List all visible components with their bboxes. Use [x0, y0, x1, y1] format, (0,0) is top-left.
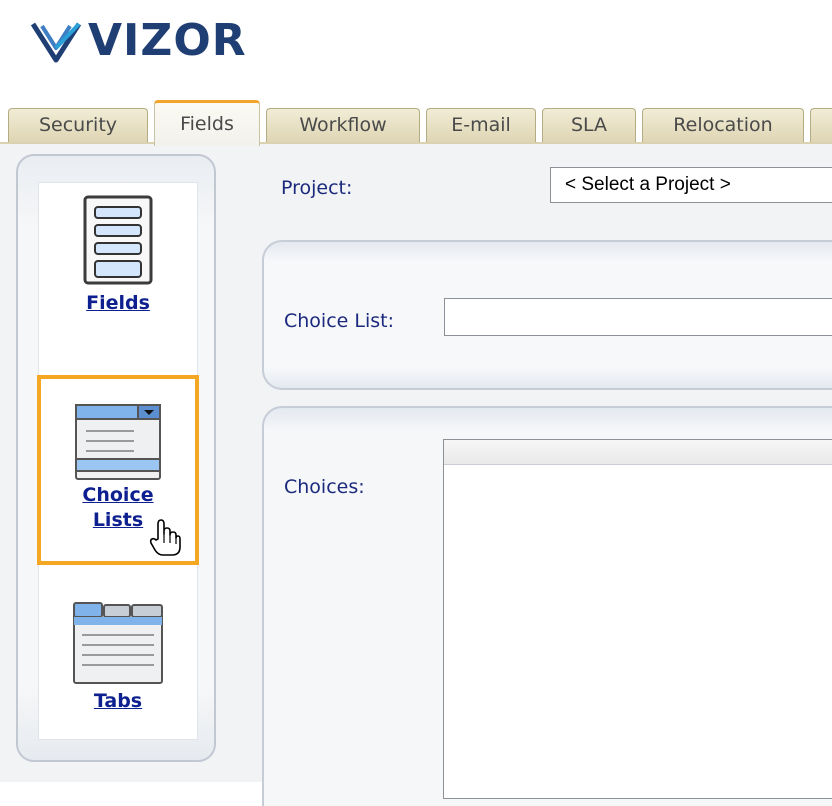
tab-email[interactable]: E-mail — [426, 108, 536, 144]
form-fields-icon — [83, 195, 153, 285]
vizor-logo-icon — [30, 22, 82, 63]
choices-label: Choices: — [284, 476, 365, 498]
nav-item-tabs[interactable]: Tabs — [39, 593, 197, 733]
tab-workflow[interactable]: Workflow — [266, 108, 420, 144]
tab-bar: Security Fields Workflow E-mail SLA Relo… — [0, 100, 832, 146]
tabs-icon — [73, 602, 163, 684]
nav-item-choice-lists-label-line1: Choice — [82, 484, 154, 506]
tab-relocation[interactable]: Relocation — [642, 108, 804, 144]
left-nav-panel: Fields Choice Lists Tabs — [16, 154, 216, 762]
left-nav-list: Fields Choice Lists Tabs — [37, 182, 199, 740]
main-content: Fields Choice Lists Tabs Project: < Sele… — [0, 144, 832, 806]
tab-fields[interactable]: Fields — [154, 100, 260, 146]
vizor-logo: VIZOR — [30, 12, 247, 70]
project-select[interactable]: < Select a Project > — [550, 167, 832, 203]
tab-overflow[interactable] — [810, 108, 832, 144]
tab-security[interactable]: Security — [8, 108, 148, 144]
choice-list-input[interactable] — [444, 298, 832, 336]
logo-text: VIZOR — [88, 15, 247, 66]
nav-item-fields-label: Fields — [86, 292, 150, 314]
choice-list-label: Choice List: — [284, 310, 395, 332]
tab-sla[interactable]: SLA — [542, 108, 636, 144]
nav-item-choice-lists[interactable]: Choice Lists — [37, 375, 199, 565]
nav-item-fields[interactable]: Fields — [39, 191, 197, 351]
choices-list-header — [444, 440, 832, 465]
hand-pointer-icon — [149, 519, 181, 556]
nav-item-tabs-label: Tabs — [93, 690, 143, 712]
choices-list-box[interactable] — [443, 439, 832, 799]
dropdown-list-icon — [75, 404, 161, 480]
project-label: Project: — [281, 177, 353, 199]
